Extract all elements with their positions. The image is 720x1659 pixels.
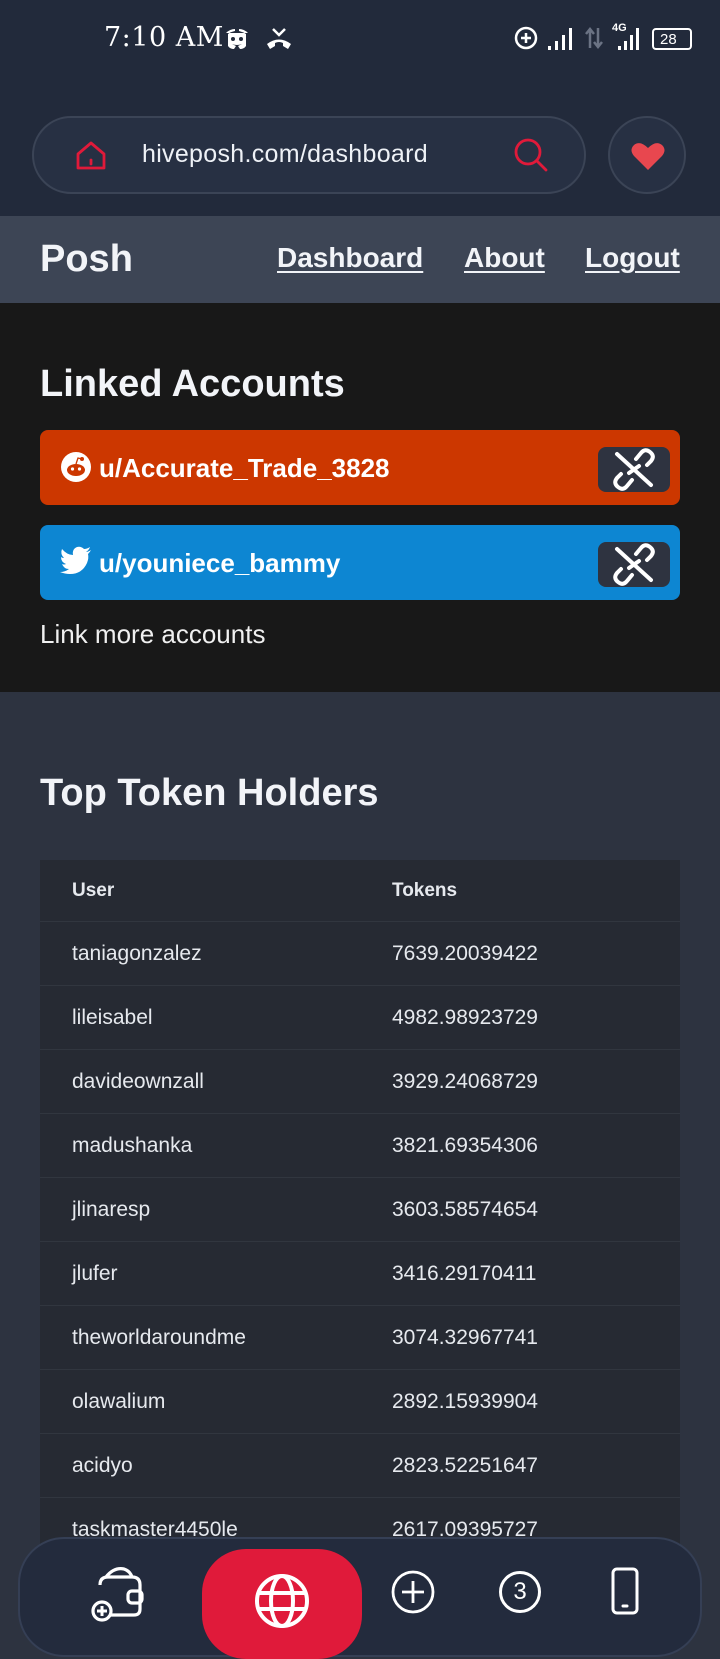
wallet-icon[interactable] [90, 1565, 150, 1623]
account-name: u/youniece_bammy [99, 548, 341, 578]
site-navbar: Posh Dashboard About Logout [0, 216, 720, 303]
status-time: 7:10 AM [104, 22, 224, 53]
user-cell: acidyo [72, 1454, 133, 1477]
account-twitter: u/youniece_bammy [40, 525, 680, 600]
table-row: lileisabel 4982.98923729 [40, 986, 680, 1050]
linked-accounts-section: Linked Accounts u/Accurate_Trade_3828 u/… [0, 303, 720, 692]
browser-toolbar: hiveposh.com/dashboard [0, 80, 720, 216]
user-cell: lileisabel [72, 1006, 153, 1029]
brand-logo[interactable]: Posh [40, 238, 133, 281]
tabs-icon[interactable]: 3 [499, 1571, 541, 1613]
globe-icon [255, 1574, 309, 1628]
unlink-twitter-button[interactable] [598, 542, 670, 587]
url-text[interactable]: hiveposh.com/dashboard [142, 140, 428, 169]
column-header-user: User [72, 880, 115, 901]
table-header: User Tokens [40, 860, 680, 922]
phone-icon[interactable] [610, 1567, 640, 1615]
user-cell: davideownzall [72, 1070, 204, 1093]
user-cell: theworldaroundme [72, 1326, 246, 1349]
tokens-cell: 3929.24068729 [392, 1070, 538, 1093]
user-cell: jlinaresp [72, 1198, 151, 1221]
browser-home-button[interactable] [202, 1549, 362, 1659]
token-holders-table: User Tokens taniagonzalez 7639.20039422 … [40, 860, 680, 1562]
nav-dashboard[interactable]: Dashboard [277, 242, 423, 274]
tokens-cell: 2823.52251647 [392, 1454, 538, 1477]
table-row: jlufer 3416.29170411 [40, 1242, 680, 1306]
user-cell: taniagonzalez [72, 942, 202, 965]
bottom-navigation: 3 [18, 1537, 702, 1659]
battery-level: 28 [660, 31, 677, 48]
unlink-icon [613, 543, 655, 586]
user-cell: jlufer [72, 1262, 118, 1285]
reddit-icon [61, 452, 91, 482]
unlink-icon [613, 448, 655, 491]
plus-circle-icon[interactable] [390, 1569, 436, 1615]
table-row: acidyo 2823.52251647 [40, 1434, 680, 1498]
account-name: u/Accurate_Trade_3828 [99, 453, 390, 483]
table-row: theworldaroundme 3074.32967741 [40, 1306, 680, 1370]
signal-icon [548, 28, 572, 50]
table-row: taniagonzalez 7639.20039422 [40, 922, 680, 986]
tokens-cell: 3603.58574654 [392, 1198, 538, 1221]
user-cell: madushanka [72, 1134, 193, 1157]
tokens-cell: 3074.32967741 [392, 1326, 538, 1349]
status-bar: 7:10 AM 4G 28 [0, 0, 720, 80]
tokens-cell: 2892.15939904 [392, 1390, 538, 1413]
heart-icon [631, 143, 665, 170]
linked-accounts-title: Linked Accounts [40, 363, 345, 405]
data-arrows-icon [585, 26, 603, 50]
favorites-button[interactable] [608, 116, 686, 194]
table-row: jlinaresp 3603.58574654 [40, 1178, 680, 1242]
home-icon[interactable] [74, 138, 108, 172]
tokens-cell: 3416.29170411 [392, 1262, 537, 1285]
signal-icon [618, 28, 639, 50]
tokens-cell: 7639.20039422 [392, 942, 538, 965]
search-icon[interactable] [512, 136, 550, 174]
address-bar[interactable]: hiveposh.com/dashboard [32, 116, 586, 194]
user-cell: olawalium [72, 1390, 166, 1413]
data-saver-icon [514, 26, 538, 50]
unlink-reddit-button[interactable] [598, 447, 670, 492]
tokens-cell: 3821.69354306 [392, 1134, 538, 1157]
twitter-icon [60, 546, 91, 574]
column-header-tokens: Tokens [392, 880, 458, 901]
battery-icon: 28 [652, 28, 692, 50]
table-row: olawalium 2892.15939904 [40, 1370, 680, 1434]
token-holders-title: Top Token Holders [40, 772, 379, 814]
nav-about[interactable]: About [464, 242, 545, 274]
link-more-accounts[interactable]: Link more accounts [40, 619, 265, 650]
table-row: madushanka 3821.69354306 [40, 1114, 680, 1178]
discord-icon [226, 29, 248, 49]
nav-logout[interactable]: Logout [585, 242, 680, 274]
table-row: davideownzall 3929.24068729 [40, 1050, 680, 1114]
tokens-cell: 4982.98923729 [392, 1006, 538, 1029]
missed-call-icon [267, 28, 291, 49]
account-reddit: u/Accurate_Trade_3828 [40, 430, 680, 505]
